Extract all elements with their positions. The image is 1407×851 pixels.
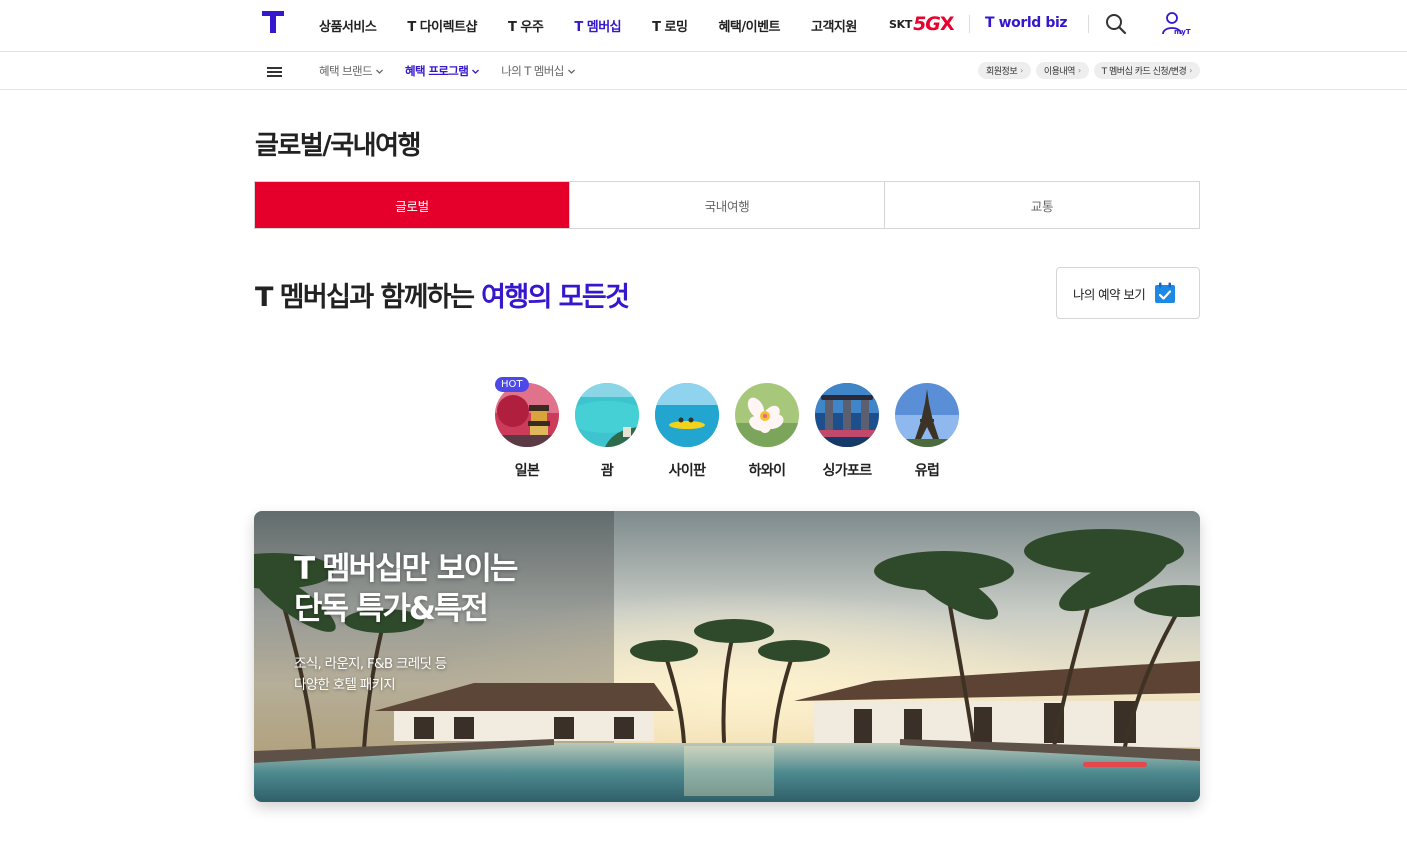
nav-item-2[interactable]: T 우주 (508, 16, 544, 35)
nav-item-5[interactable]: 혜택/이벤트 (718, 16, 780, 35)
nav-item-6[interactable]: 고객지원 (811, 16, 857, 35)
destination-label: 일본 (514, 463, 540, 479)
banner-title: T 멤버십만 보이는 단독 특가&특전 (294, 549, 518, 629)
saipan-thumbnail (655, 383, 719, 447)
destination-label: 괌 (600, 463, 614, 479)
destination-europe[interactable]: 유럽 (895, 383, 959, 480)
my-reservation-button[interactable]: 나의 예약 보기 (1056, 267, 1200, 319)
nav-item-1[interactable]: T 다이렉트샵 (407, 16, 477, 35)
page-title: 글로벌/국내여행 (255, 131, 421, 161)
chevron-down-icon (567, 69, 575, 74)
chevron-down-icon (376, 69, 383, 74)
divider (1088, 15, 1089, 33)
skt-label: SKT (889, 17, 913, 31)
tab-1[interactable]: 국내여행 (569, 182, 884, 228)
headline-accent: 여행의 모든것 (481, 282, 630, 313)
subnav-item-label: 혜택 브랜드 (319, 64, 373, 78)
quick-link-2[interactable]: T 멤버십 카드 신청/변경 › (1093, 62, 1200, 79)
destination-label: 하와이 (748, 463, 786, 479)
category-tabs: 글로벌 국내여행 교통 (254, 181, 1200, 229)
chevron-right-icon: › (1020, 66, 1023, 75)
destination-list: HOT 일본 괌 사이판 하와이 싱가포르 유럽 (495, 377, 975, 480)
myt-label: myT (1174, 28, 1191, 36)
destination-label: 싱가포르 (822, 463, 872, 479)
quick-link-label: 이용내역 (1043, 67, 1076, 77)
tab-0[interactable]: 글로벌 (255, 182, 569, 228)
tab-2[interactable]: 교통 (884, 182, 1199, 228)
destination-hawaii[interactable]: 하와이 (735, 383, 799, 480)
reservation-label: 나의 예약 보기 (1073, 286, 1146, 302)
banner-subtitle-line1: 조식, 라운지, F&B 크레딧 등 (294, 656, 447, 672)
five-g-label: 5G (913, 13, 941, 35)
destination-japan[interactable]: HOT 일본 (495, 377, 559, 480)
section-headline: T 멤버십과 함께하는 여행의 모든것 (255, 275, 630, 314)
chevron-right-icon: › (1189, 66, 1192, 75)
hotel-package-banner[interactable]: T 멤버십만 보이는 단독 특가&특전 조식, 라운지, F&B 크레딧 등 다… (254, 511, 1200, 802)
t-logo-icon[interactable] (262, 11, 284, 33)
quick-link-label: T 멤버십 카드 신청/변경 (1101, 67, 1187, 77)
skt-5gx-logo[interactable]: SKT 5G X (889, 13, 955, 35)
tworld-biz-link[interactable]: T world biz (985, 15, 1068, 31)
destination-guam[interactable]: 괌 (575, 383, 639, 480)
europe-thumbnail (895, 383, 959, 447)
hot-badge: HOT (495, 377, 529, 392)
hawaii-thumbnail (735, 383, 799, 447)
headline-text: T 멤버십과 함께하는 (255, 282, 482, 313)
nav-item-0[interactable]: 상품서비스 (319, 16, 377, 35)
banner-title-line1: T 멤버십만 보이는 (294, 551, 518, 587)
nav-item-4[interactable]: T 로밍 (652, 16, 688, 35)
quick-link-1[interactable]: 이용내역 › (1035, 62, 1089, 79)
menu-icon[interactable] (267, 67, 282, 77)
search-icon[interactable] (1104, 12, 1128, 36)
banner-progress-bar (1083, 762, 1147, 767)
japan-thumbnail (495, 383, 559, 447)
subnav-item-0[interactable]: 혜택 브랜드 (319, 63, 383, 79)
guam-thumbnail (575, 383, 639, 447)
nav-item-3[interactable]: T 멤버십 (574, 16, 621, 35)
global-header: 상품서비스 T 다이렉트샵 T 우주 T 멤버십 T 로밍 혜택/이벤트 고객지원 SKT … (0, 0, 1407, 52)
subnav-item-2[interactable]: 나의 T 멤버십 (501, 63, 575, 79)
sub-navigation-bar: 혜택 브랜드 혜택 프로그램 나의 T 멤버십 회원정보 › 이용내역 › T 멤버십 카드… (0, 52, 1407, 90)
myt-button[interactable]: myT (1160, 10, 1192, 40)
divider (969, 15, 970, 33)
quick-links: 회원정보 › 이용내역 › T 멤버십 카드 신청/변경 › (973, 62, 1200, 79)
subnav-item-label: 혜택 프로그램 (404, 64, 469, 78)
destination-saipan[interactable]: 사이판 (655, 383, 719, 480)
quick-link-0[interactable]: 회원정보 › (978, 62, 1031, 79)
sub-navigation: 혜택 브랜드 혜택 프로그램 나의 T 멤버십 (319, 63, 597, 79)
subnav-item-1[interactable]: 혜택 프로그램 (404, 63, 480, 79)
destination-label: 유럽 (914, 463, 940, 479)
destination-label: 사이판 (668, 463, 706, 479)
quick-link-label: 회원정보 (986, 67, 1018, 77)
destination-singapore[interactable]: 싱가포르 (815, 383, 879, 480)
banner-subtitle: 조식, 라운지, F&B 크레딧 등 다양한 호텔 패키지 (294, 654, 447, 696)
chevron-right-icon: › (1077, 66, 1081, 75)
banner-title-line2: 단독 특가&특전 (294, 591, 489, 627)
chevron-down-icon (472, 69, 480, 74)
subnav-item-label: 나의 T 멤버십 (501, 64, 564, 78)
x-label: X (939, 13, 955, 35)
calendar-check-icon (1155, 282, 1176, 303)
main-navigation: 상품서비스 T 다이렉트샵 T 우주 T 멤버십 T 로밍 혜택/이벤트 고객지원 (319, 16, 888, 35)
banner-subtitle-line2: 다양한 호텔 패키지 (294, 677, 396, 693)
singapore-thumbnail (815, 383, 879, 447)
